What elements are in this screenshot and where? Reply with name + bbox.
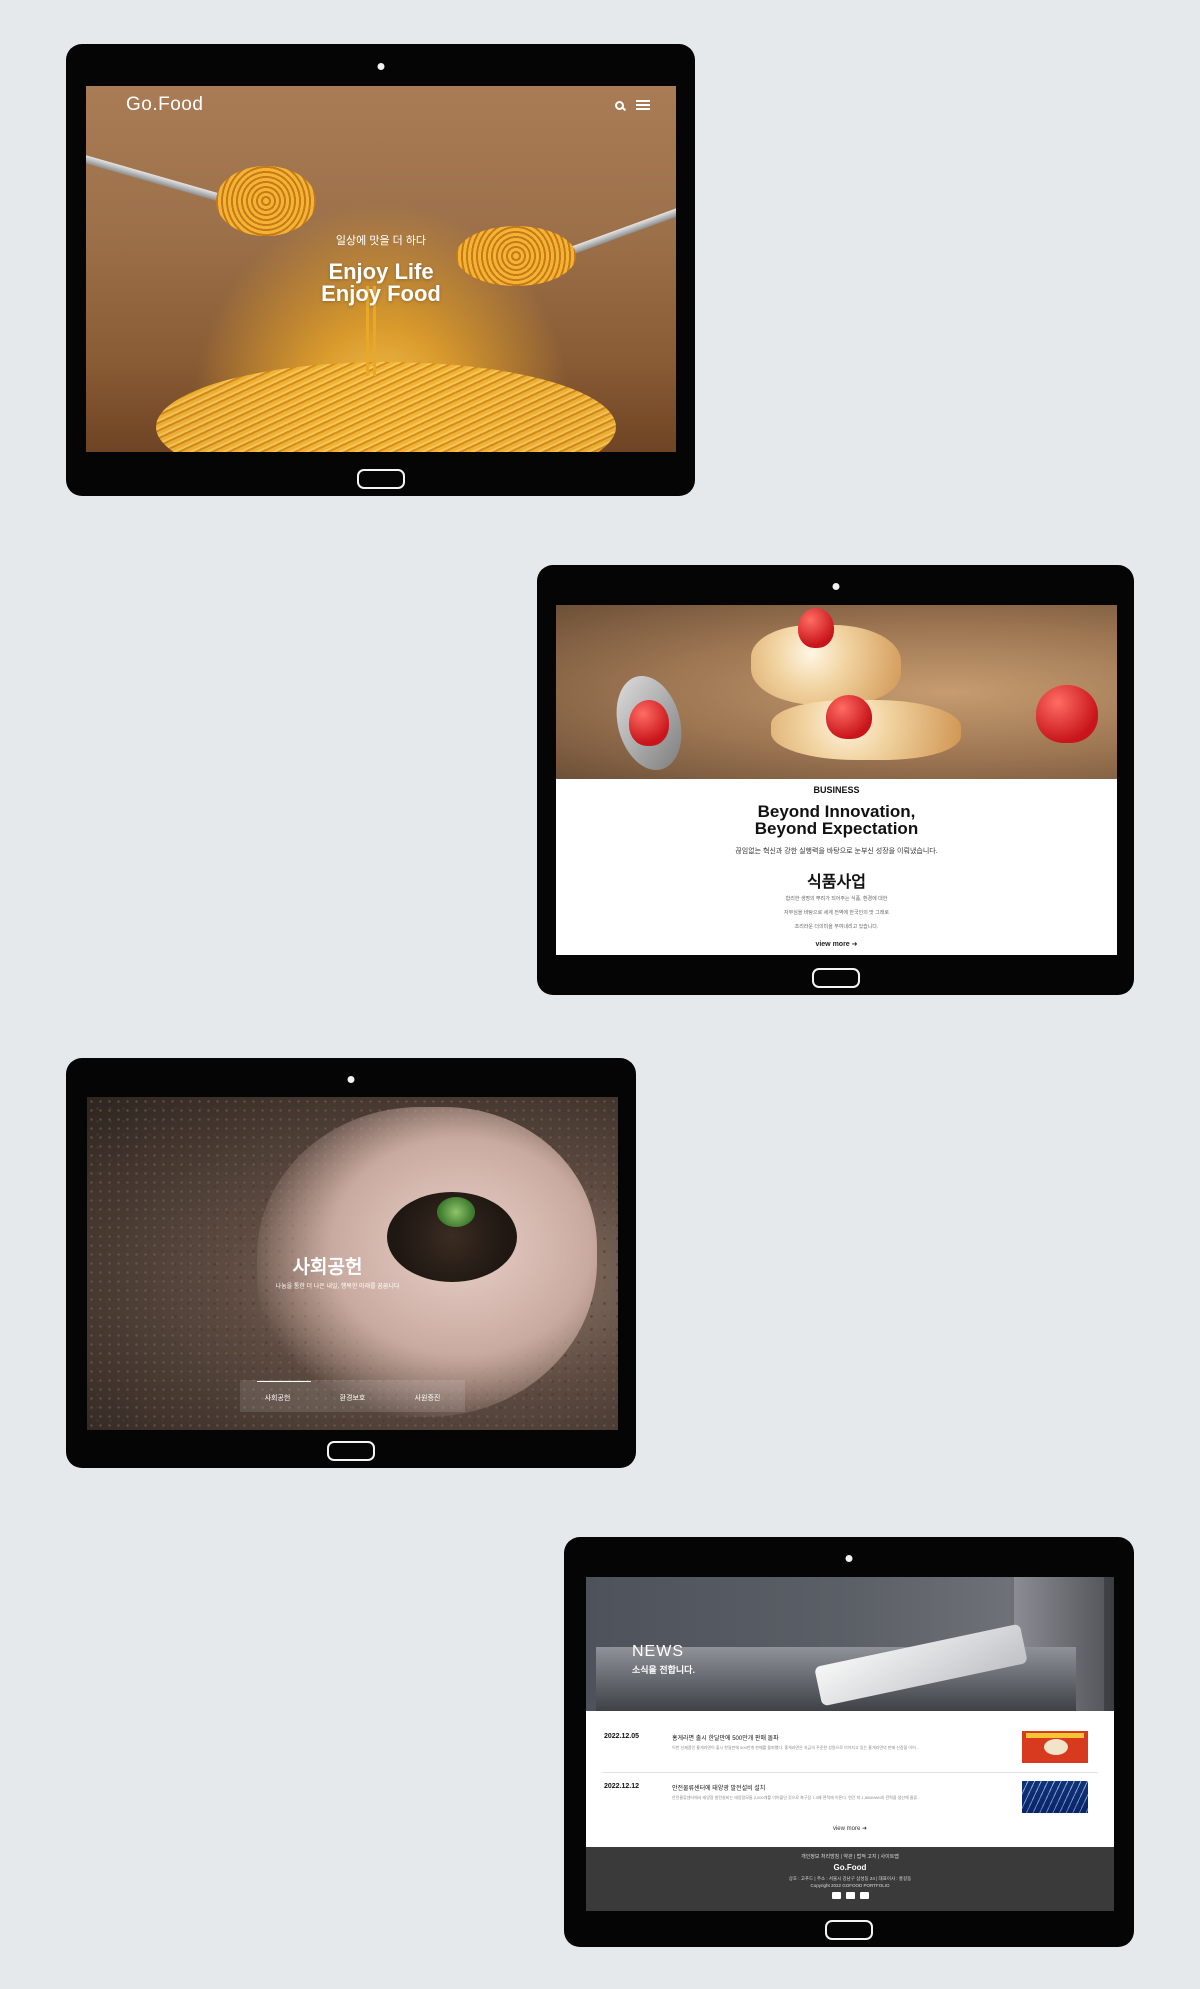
- camera-dot: [377, 63, 384, 70]
- news-date: 2022.12.12: [604, 1783, 640, 1790]
- news-headline: 홍게라면 출시 한달만에 500만개 판매 돌파: [672, 1736, 779, 1742]
- pasta-twirl-image: [216, 166, 316, 236]
- ramen-bowl-image: [1044, 1739, 1068, 1755]
- social-tabs: 사회공헌 환경보호 사원증진: [240, 1380, 465, 1412]
- pasta-plate-image: [156, 362, 616, 452]
- news-thumbnail: [1022, 1781, 1088, 1813]
- news-screen: NEWS 소식을 전합니다. 2022.12.05 홍게라면 출시 한달만에 5…: [586, 1577, 1114, 1911]
- facebook-icon[interactable]: [831, 1892, 841, 1899]
- tablet-news: NEWS 소식을 전합니다. 2022.12.05 홍게라면 출시 한달만에 5…: [564, 1537, 1134, 1947]
- tablet-hero: Go.Food 일상에 맛을 더 하다 Enjoy Life Enjoy Foo…: [66, 44, 695, 496]
- social-screen: 사회공헌 나눔을 통한 더 나은 내일, 행복한 미래를 꿈꿉니다 사회공헌 환…: [87, 1097, 618, 1430]
- section-title: 식품사업: [807, 874, 866, 891]
- arrow-right-icon: ➜: [861, 1826, 868, 1832]
- news-item[interactable]: 2022.12.05 홍게라면 출시 한달만에 500만개 판매 돌파 이번 신…: [586, 1727, 1114, 1775]
- news-body: 이번 신제품인 홍게라면이 출시 한달만에 500만개 판매를 돌파했다. 홍게…: [672, 1745, 920, 1750]
- thumbnail-banner: [1026, 1733, 1084, 1738]
- hero-screen: Go.Food 일상에 맛을 더 하다 Enjoy Life Enjoy Foo…: [86, 86, 676, 452]
- section-label: BUSINESS: [813, 785, 860, 795]
- search-icon[interactable]: [615, 100, 624, 110]
- business-headline-line2: Beyond Expectation: [754, 819, 919, 838]
- tab-social[interactable]: 사회공헌: [256, 1381, 311, 1403]
- strawberry-image: [1036, 685, 1098, 743]
- footer: 개인정보 처리방침 | 약관 | 법적 고지 | 사이트맵 Go.Food 상호…: [586, 1847, 1114, 1911]
- sprout-image: [437, 1197, 475, 1227]
- footer-address: 상호 : 고푸드 | 주소 : 서울시 강남구 삼성동 24 | 대표이사 : …: [788, 1876, 912, 1881]
- hero-subtitle: 일상에 맛을 더 하다: [335, 235, 427, 247]
- news-hero-image: NEWS 소식을 전합니다.: [586, 1577, 1114, 1711]
- hero-headline-line2: Enjoy Food: [321, 281, 441, 306]
- news-headline: 안전물류센터에 태양광 발전설비 설치: [672, 1786, 766, 1792]
- news-body: 안전물류센터에서 태양광 발전설비는 태양광모듈 2,000개를 이어붙인 것으…: [672, 1795, 921, 1800]
- footer-logo: Go.Food: [833, 1863, 867, 1872]
- home-button[interactable]: [327, 1441, 375, 1461]
- tablet-social: 사회공헌 나눔을 통한 더 나은 내일, 행복한 미래를 꿈꿉니다 사회공헌 환…: [66, 1058, 636, 1468]
- social-headline: 사회공헌: [292, 1257, 363, 1278]
- tablet-business: BUSINESS Beyond Innovation, Beyond Expec…: [537, 565, 1134, 995]
- camera-dot: [347, 1076, 355, 1083]
- business-headline-line1: Beyond Innovation,: [757, 802, 916, 821]
- footer-links[interactable]: 개인정보 처리방침 | 약관 | 법적 고지 | 사이트맵: [586, 1853, 1114, 1860]
- strawberry-image: [629, 700, 669, 746]
- divider: [602, 1772, 1098, 1773]
- strawberry-image: [826, 695, 872, 739]
- business-description: 끊임없는 혁신과 강한 실행력을 바탕으로 눈부신 성장을 이뤄냈습니다.: [735, 848, 938, 855]
- site-logo[interactable]: Go.Food: [126, 94, 203, 116]
- menu-icon[interactable]: [636, 100, 650, 110]
- news-thumbnail: [1022, 1731, 1088, 1763]
- news-date: 2022.12.05: [604, 1733, 640, 1740]
- home-button[interactable]: [356, 469, 405, 489]
- home-button[interactable]: [811, 968, 860, 988]
- strawberry-image: [798, 608, 834, 648]
- paragraph-line: 조리라운 더의미을 부여내리고 있습니다.: [794, 924, 879, 930]
- tab-environment[interactable]: 환경보호: [340, 1393, 366, 1403]
- twitter-icon[interactable]: [859, 1892, 869, 1899]
- view-more-link[interactable]: view more ➜: [586, 1825, 1114, 1832]
- news-subtitle: 소식을 전합니다.: [632, 1665, 695, 1675]
- view-more-label: view more: [815, 941, 850, 948]
- social-subtitle: 나눔을 통한 더 나은 내일, 행복한 미래를 꿈꿉니다: [275, 1284, 400, 1290]
- header-icons: [615, 100, 650, 110]
- paragraph-line: 합리한 생명의 뿌려가 되어주는 식품, 환경에 대한: [785, 896, 888, 902]
- camera-dot: [845, 1555, 853, 1562]
- news-item[interactable]: 2022.12.12 안전물류센터에 태양광 발전설비 설치 안전물류센터에서 …: [586, 1777, 1114, 1825]
- camera-dot: [832, 583, 839, 590]
- tab-employee[interactable]: 사원증진: [415, 1393, 441, 1403]
- fork-left-image: [86, 153, 225, 203]
- paragraph-line: 자부심을 바탕으로 세계 전역에 한국인의 맛 그래로: [784, 910, 889, 916]
- youtube-icon[interactable]: [845, 1892, 855, 1899]
- view-more-link[interactable]: view more ➜: [556, 940, 1117, 948]
- business-screen: BUSINESS Beyond Innovation, Beyond Expec…: [556, 605, 1117, 955]
- home-button[interactable]: [825, 1920, 873, 1940]
- hero-headline-line1: Enjoy Life: [328, 259, 434, 284]
- social-links: [586, 1892, 1114, 1899]
- hero-headline: Enjoy Life Enjoy Food: [86, 261, 676, 305]
- view-more-label: view more: [832, 1826, 861, 1832]
- footer-copyright: Copyright 2022 GOFOOD PORTFOLIO: [810, 1883, 890, 1888]
- dessert-image: [556, 605, 1117, 779]
- arrow-right-icon: ➜: [851, 941, 858, 948]
- business-headline: Beyond Innovation, Beyond Expectation: [556, 803, 1117, 837]
- news-title: NEWS: [632, 1643, 684, 1660]
